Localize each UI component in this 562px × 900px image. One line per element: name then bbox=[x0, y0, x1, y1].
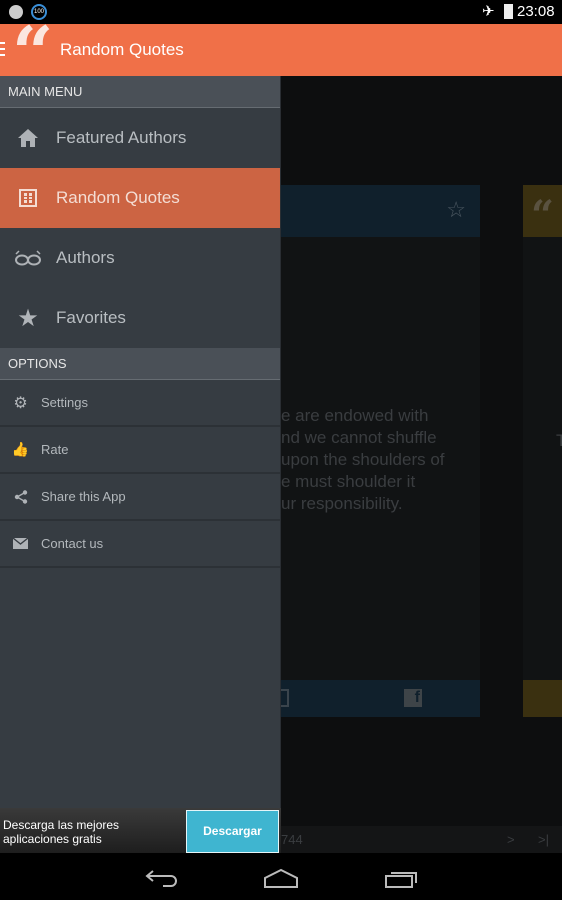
main-menu-header: MAIN MENU bbox=[0, 76, 280, 108]
quote-line: nd we cannot shuffle bbox=[281, 428, 437, 447]
next-button[interactable]: > bbox=[507, 826, 515, 853]
ad-text: aplicaciones gratis bbox=[3, 832, 102, 846]
option-rate[interactable]: 👍 Rate bbox=[0, 427, 280, 474]
glasses-icon bbox=[0, 250, 56, 266]
card-header: ☆ bbox=[281, 185, 480, 237]
option-label: Rate bbox=[41, 442, 69, 457]
option-label: Contact us bbox=[41, 536, 104, 551]
menu-item-label: Favorites bbox=[56, 308, 126, 327]
menu-item-random-quotes[interactable]: Random Quotes bbox=[0, 168, 280, 228]
mail-icon bbox=[0, 538, 41, 549]
menu-item-favorites[interactable]: ★ Favorites bbox=[0, 288, 280, 348]
quote-counter: 744 bbox=[281, 832, 303, 847]
menu-item-label: Featured Authors bbox=[56, 128, 187, 147]
clock: 23:08 bbox=[517, 3, 555, 20]
star-icon: ★ bbox=[17, 304, 39, 332]
menu-icon[interactable] bbox=[0, 42, 5, 56]
home-nav-icon[interactable] bbox=[263, 868, 299, 890]
quote-card-2: “ T bbox=[523, 185, 562, 717]
menu-item-label: Random Quotes bbox=[56, 188, 180, 207]
navigation-drawer: MAIN MENU Featured Authors Random Quotes… bbox=[0, 76, 281, 808]
copy-icon[interactable] bbox=[281, 689, 289, 707]
quote-line: upon the shoulders of bbox=[281, 450, 445, 469]
battery-icon bbox=[504, 4, 513, 19]
last-button[interactable]: >| bbox=[538, 826, 549, 853]
gear-icon: ⚙ bbox=[13, 394, 28, 412]
menu-item-authors[interactable]: Authors bbox=[0, 228, 280, 288]
recents-icon[interactable] bbox=[384, 868, 420, 890]
options-header: OPTIONS bbox=[0, 348, 280, 380]
option-contact[interactable]: Contact us bbox=[0, 521, 280, 568]
option-settings[interactable]: ⚙ Settings bbox=[0, 380, 280, 427]
quote-mark-icon: “ bbox=[523, 185, 562, 239]
system-nav-bar bbox=[0, 853, 562, 900]
facebook-icon[interactable]: f bbox=[404, 689, 422, 707]
status-bar: 100 ✈ 23:08 bbox=[0, 0, 562, 24]
home-icon bbox=[0, 128, 56, 148]
thumbs-up-icon: 👍 bbox=[11, 441, 30, 457]
favorite-star-icon[interactable]: ☆ bbox=[446, 197, 466, 223]
option-share[interactable]: Share this App bbox=[0, 474, 280, 521]
grid-icon bbox=[0, 189, 56, 207]
option-label: Share this App bbox=[41, 489, 126, 504]
quote-card: ☆ e are endowed with nd we cannot shuffl… bbox=[281, 185, 480, 717]
ad-banner[interactable]: Descarga las mejores aplicaciones gratis… bbox=[0, 808, 281, 853]
pager-bar: 744 > >| bbox=[281, 826, 562, 853]
ad-text: Descarga las mejores bbox=[3, 818, 120, 832]
ad-download-button[interactable]: Descargar bbox=[186, 810, 279, 853]
app-bar: “ Random Quotes bbox=[0, 10, 562, 95]
airplane-icon: ✈ bbox=[482, 3, 495, 20]
share-icon bbox=[0, 489, 41, 504]
menu-item-label: Authors bbox=[56, 248, 115, 267]
app-title: Random Quotes bbox=[60, 40, 184, 59]
quote-line: e must shoulder it bbox=[281, 472, 416, 491]
back-icon[interactable] bbox=[143, 868, 179, 888]
quote-line: ur responsibility. bbox=[281, 494, 403, 513]
option-label: Settings bbox=[41, 395, 88, 410]
quote-line: e are endowed with bbox=[281, 406, 429, 425]
quote-line: T bbox=[556, 431, 562, 450]
menu-item-featured-authors[interactable]: Featured Authors bbox=[0, 108, 280, 168]
card-footer: f bbox=[281, 680, 480, 717]
